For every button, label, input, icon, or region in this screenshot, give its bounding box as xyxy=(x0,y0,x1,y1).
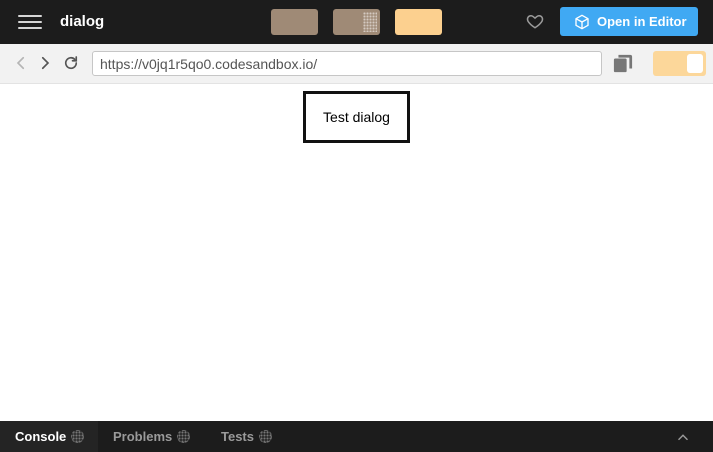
color-swatch-2[interactable] xyxy=(333,9,380,35)
chevron-up-icon[interactable] xyxy=(676,431,690,443)
browser-nav-bar xyxy=(0,44,713,84)
loading-indicator-icon xyxy=(71,430,85,443)
copy-icon[interactable] xyxy=(612,54,634,74)
open-in-editor-button[interactable]: Open in Editor xyxy=(560,7,698,36)
tab-problems-label: Problems xyxy=(113,429,173,444)
preview-pane: Test dialog xyxy=(0,85,713,421)
test-dialog: Test dialog xyxy=(303,91,410,143)
tab-console[interactable]: Console xyxy=(0,421,98,452)
top-header-bar: dialog Open in Editor xyxy=(0,0,713,44)
chevron-left-icon[interactable] xyxy=(12,54,30,72)
refresh-icon[interactable] xyxy=(62,54,80,72)
tab-tests-label: Tests xyxy=(221,429,254,444)
tab-problems[interactable]: Problems xyxy=(113,421,191,452)
tab-tests[interactable]: Tests xyxy=(221,421,272,452)
dialog-text: Test dialog xyxy=(323,109,390,125)
console-bar: Console Problems Tests xyxy=(0,421,713,452)
preview-toggle[interactable] xyxy=(653,51,706,76)
color-swatch-3[interactable] xyxy=(395,9,442,35)
chevron-right-icon[interactable] xyxy=(36,54,54,72)
url-address-input[interactable] xyxy=(92,51,602,76)
heart-icon[interactable] xyxy=(526,12,544,30)
hamburger-menu-icon[interactable] xyxy=(18,13,42,31)
loading-indicator-icon xyxy=(259,430,272,443)
loading-indicator-icon xyxy=(177,430,191,443)
open-in-editor-label: Open in Editor xyxy=(597,14,687,29)
toggle-knob xyxy=(687,54,703,73)
color-swatch-1[interactable] xyxy=(271,9,318,35)
cube-icon xyxy=(575,14,589,29)
sandbox-title: dialog xyxy=(60,13,105,30)
tab-console-label: Console xyxy=(15,429,67,444)
